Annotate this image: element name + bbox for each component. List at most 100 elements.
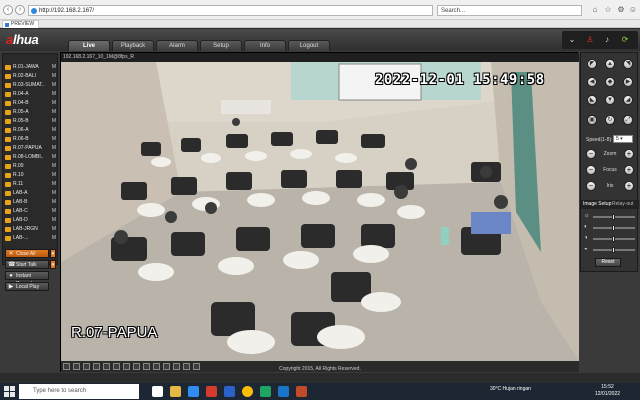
- speed-select[interactable]: 5 ▾: [613, 135, 633, 143]
- task-view-icon[interactable]: [152, 386, 163, 397]
- tab-image-setup[interactable]: Image Setup: [583, 201, 611, 207]
- ptz-preset-icon[interactable]: ▣: [587, 115, 597, 125]
- fullscreen-icon[interactable]: ⟳: [620, 35, 630, 45]
- zoom-in-button[interactable]: +: [624, 149, 634, 159]
- home-icon[interactable]: ⌂: [590, 5, 600, 15]
- tab-alarm[interactable]: Alarm: [156, 40, 198, 51]
- channel-item[interactable]: R.03-SUMAT.. M: [5, 82, 57, 89]
- local-play-button[interactable]: ▶ Local Play: [5, 282, 49, 291]
- camera-icon: [5, 110, 11, 115]
- channel-item[interactable]: LAB-... M: [5, 235, 57, 242]
- start-talk-button[interactable]: ☎ Start Talk: [5, 260, 49, 269]
- iris-open-button[interactable]: +: [624, 181, 634, 191]
- word-icon[interactable]: [224, 386, 235, 397]
- browser-search-input[interactable]: Search...: [437, 5, 582, 16]
- channel-item[interactable]: LAB-A M: [5, 190, 57, 197]
- app-header: alhua Live Playback Alarm Setup Info Log…: [0, 29, 640, 51]
- camera-icon: [5, 146, 11, 151]
- channel-item[interactable]: R.04-A M: [5, 91, 57, 98]
- phone-icon: ☎: [8, 262, 16, 268]
- ptz-up-left-icon[interactable]: ◤: [587, 59, 597, 69]
- brightness-slider[interactable]: ☼: [584, 213, 636, 221]
- ptz-center-icon[interactable]: ◆: [605, 77, 615, 87]
- focus-far-button[interactable]: +: [624, 165, 634, 175]
- contrast-slider[interactable]: ◐: [584, 224, 636, 232]
- ptz-down-right-icon[interactable]: ◢: [623, 95, 633, 105]
- channel-item[interactable]: R.08-LOMBI.. M: [5, 154, 57, 161]
- channel-item[interactable]: R.01-JAWA M: [5, 64, 57, 71]
- camera-feed[interactable]: 2022-12-01 15:49:58 R.07-PAPUA: [61, 62, 579, 361]
- person-icon[interactable]: ♙: [585, 35, 595, 45]
- channel-item[interactable]: R.11 M: [5, 181, 57, 188]
- zoom-out-button[interactable]: −: [586, 149, 596, 159]
- dahua-web-app: alhua Live Playback Alarm Setup Info Log…: [0, 29, 640, 373]
- ptz-up-icon[interactable]: ▲: [605, 59, 615, 69]
- tab-playback[interactable]: Playback: [112, 40, 154, 51]
- mail-icon[interactable]: [188, 386, 199, 397]
- windows-start-icon[interactable]: [4, 386, 15, 397]
- start-talk-dropdown[interactable]: ▾: [50, 260, 56, 269]
- video-window[interactable]: 192.168.2.167_10_1M@8fps_R 2022-12-01 15…: [60, 52, 579, 372]
- camera-icon: [5, 128, 11, 133]
- ptz-tour-icon[interactable]: ↻: [605, 115, 615, 125]
- ie-icon[interactable]: [278, 386, 289, 397]
- taskbar-search-input[interactable]: Type here to search: [19, 384, 139, 399]
- excel-icon[interactable]: [260, 386, 271, 397]
- smiley-icon[interactable]: ☺: [628, 5, 638, 15]
- osd-timestamp: 2022-12-01 15:49:58: [375, 72, 545, 88]
- instant-record-button[interactable]: ●Instant Record: [5, 271, 49, 287]
- channel-item[interactable]: R.09 M: [5, 163, 57, 170]
- browser-toolbar: ‹ › http://192.168.2.167/ Search... ⌂ ☆ …: [0, 0, 640, 20]
- channel-item[interactable]: R.07-PAPUA M: [5, 145, 57, 152]
- tab-logout[interactable]: Logout: [288, 40, 330, 51]
- browser-tab-strip: PREVIEW: [0, 20, 640, 28]
- reset-button[interactable]: Reset: [595, 258, 621, 267]
- ptz-right-icon[interactable]: ▶: [623, 77, 633, 87]
- file-explorer-icon[interactable]: [170, 386, 181, 397]
- office-icon[interactable]: [206, 386, 217, 397]
- browser-tab-preview[interactable]: PREVIEW: [2, 20, 40, 28]
- back-icon[interactable]: ‹: [3, 5, 13, 15]
- tab-relay-out[interactable]: Relay-out: [612, 201, 633, 207]
- channel-item[interactable]: LAB-JRGN M: [5, 226, 57, 233]
- close-all-button[interactable]: ✕ Close All: [5, 249, 49, 258]
- ptz-panel: ◤ ▲ ◥ ◀ ◆ ▶ ◣ ▼ ◢ ▣ ↻ ⤢ Speed(1-8): 5 ▾ …: [580, 52, 639, 272]
- channel-item[interactable]: R.05-B M: [5, 118, 57, 125]
- channel-item[interactable]: R.02-BALI M: [5, 73, 57, 80]
- ptz-down-left-icon[interactable]: ◣: [587, 95, 597, 105]
- channel-item[interactable]: R.04-B M: [5, 100, 57, 107]
- focus-near-button[interactable]: −: [586, 165, 596, 175]
- close-icon: ✕: [8, 251, 14, 257]
- forward-icon[interactable]: ›: [15, 5, 25, 15]
- camera-icon: [5, 200, 11, 205]
- tab-live[interactable]: Live: [68, 40, 110, 51]
- ptz-left-icon[interactable]: ◀: [587, 77, 597, 87]
- saturation-slider[interactable]: ◑: [584, 235, 636, 243]
- channel-item[interactable]: LAB-D M: [5, 217, 57, 224]
- tab-info[interactable]: Info: [244, 40, 286, 51]
- ptz-down-icon[interactable]: ▼: [605, 95, 615, 105]
- record-icon: ●: [9, 273, 13, 279]
- channel-item[interactable]: R.05-A M: [5, 109, 57, 116]
- settings-icon[interactable]: ⚙: [616, 5, 626, 15]
- taskbar-clock[interactable]: 15:52 12/01/2022: [595, 384, 620, 398]
- favorites-icon[interactable]: ☆: [603, 5, 613, 15]
- iris-close-button[interactable]: −: [586, 181, 596, 191]
- ptz-up-right-icon[interactable]: ◥: [623, 59, 633, 69]
- ptz-pattern-icon[interactable]: ⤢: [623, 115, 633, 125]
- chrome-icon[interactable]: [242, 386, 253, 397]
- channel-item[interactable]: R.06-B M: [5, 136, 57, 143]
- address-bar[interactable]: http://192.168.2.167/: [28, 5, 433, 16]
- chevron-down-icon[interactable]: ⌄: [567, 35, 577, 45]
- weather-status[interactable]: 30°C Hujan ringan: [490, 386, 531, 392]
- channel-item[interactable]: LAB-B M: [5, 199, 57, 206]
- powerpoint-icon[interactable]: [296, 386, 307, 397]
- tab-setup[interactable]: Setup: [200, 40, 242, 51]
- camera-icon: [5, 191, 11, 196]
- microphone-icon[interactable]: ♪: [602, 35, 612, 45]
- channel-item[interactable]: LAB-C M: [5, 208, 57, 215]
- channel-item[interactable]: R.10 M: [5, 172, 57, 179]
- close-all-dropdown[interactable]: ▾: [50, 249, 56, 258]
- channel-item[interactable]: R.06-A M: [5, 127, 57, 134]
- hue-slider[interactable]: ◒: [584, 246, 636, 254]
